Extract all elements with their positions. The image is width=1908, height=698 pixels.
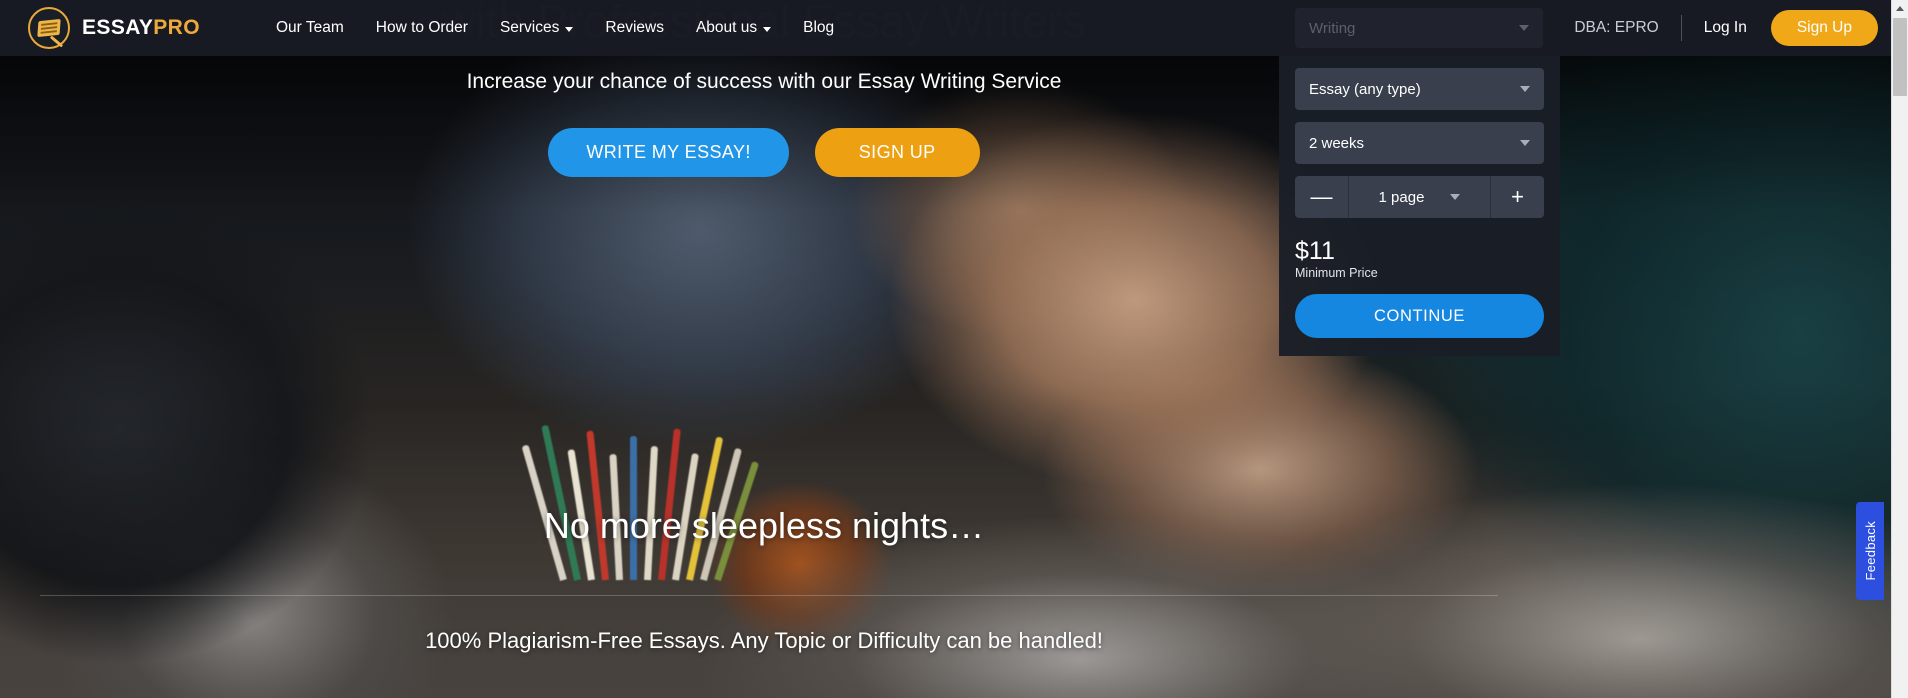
login-link[interactable]: Log In xyxy=(1704,19,1747,37)
feedback-label: Feedback xyxy=(1862,521,1878,581)
scroll-up-arrow-icon[interactable] xyxy=(1892,0,1908,17)
nav-account-area: DBA: EPRO Log In Sign Up xyxy=(1574,10,1908,46)
hero-divider xyxy=(40,595,1498,596)
write-my-essay-button[interactable]: WRITE MY ESSAY! xyxy=(548,128,789,177)
price-amount: $11 xyxy=(1295,237,1335,265)
browser-viewport: with Professional Essay Writers ESSAYPRO… xyxy=(0,0,1908,698)
page-scrollbar[interactable] xyxy=(1891,0,1908,698)
chevron-down-icon xyxy=(1450,194,1461,200)
nav-label: How to Order xyxy=(375,19,468,36)
order-category-select[interactable]: Writing xyxy=(1295,8,1543,48)
essay-sheet-pen-icon xyxy=(28,7,70,49)
increase-pages-button[interactable]: + xyxy=(1490,176,1544,218)
chevron-down-icon xyxy=(1520,86,1530,92)
hero-signup-button[interactable]: SIGN UP xyxy=(814,128,980,177)
decrease-pages-button[interactable]: — xyxy=(1295,176,1349,218)
hero-tagline-bottom: 100% Plagiarism-Free Essays. Any Topic o… xyxy=(425,628,1103,653)
brand-name-pro: PRO xyxy=(153,16,200,39)
brand-name-essay: ESSAY xyxy=(82,16,154,39)
hero-background-photo xyxy=(0,0,1908,698)
deadline-select[interactable]: 2 weeks xyxy=(1295,122,1544,164)
dba-label: DBA: EPRO xyxy=(1574,19,1659,36)
brand-wordmark: ESSAYPRO xyxy=(82,16,200,40)
nav-item-our-team[interactable]: Our Team xyxy=(260,11,360,45)
nav-label: Blog xyxy=(803,19,835,36)
nav-item-blog[interactable]: Blog xyxy=(787,11,850,45)
paper-type-value: Essay (any type) xyxy=(1309,80,1421,98)
order-form-panel: Essay (any type) 2 weeks — 1 page + $11 … xyxy=(1279,56,1560,357)
brand-logo[interactable]: ESSAYPRO xyxy=(28,7,200,49)
nav-label: Our Team xyxy=(275,19,344,36)
pages-stepper: — 1 page + xyxy=(1295,176,1544,218)
deadline-value: 2 weeks xyxy=(1309,134,1365,152)
feedback-tab[interactable]: Feedback xyxy=(1856,502,1884,600)
scrollbar-thumb[interactable] xyxy=(1893,18,1907,96)
nav-label: Reviews xyxy=(605,19,664,36)
nav-item-about-us[interactable]: About us xyxy=(680,11,787,45)
nav-divider xyxy=(1680,15,1682,41)
primary-nav-links: Our Team How to Order Services Reviews A… xyxy=(260,11,850,45)
nav-item-how-to-order[interactable]: How to Order xyxy=(360,11,484,45)
signup-button[interactable]: Sign Up xyxy=(1770,10,1878,46)
paper-type-select[interactable]: Essay (any type) xyxy=(1295,68,1544,110)
order-category-value: Writing xyxy=(1309,19,1356,37)
price-caption: Minimum Price xyxy=(1295,266,1378,281)
continue-button[interactable]: CONTINUE xyxy=(1295,294,1544,339)
chevron-down-icon xyxy=(1520,140,1530,146)
nav-label: Services xyxy=(499,19,560,36)
pages-select[interactable]: 1 page xyxy=(1349,176,1490,218)
pages-value: 1 page xyxy=(1378,188,1425,206)
top-navigation-bar: ESSAYPRO Our Team How to Order Services … xyxy=(0,0,1908,56)
nav-item-reviews[interactable]: Reviews xyxy=(589,11,680,45)
nav-item-services[interactable]: Services xyxy=(484,11,589,45)
hero-tagline-middle: No more sleepless nights… xyxy=(543,505,985,546)
chevron-down-icon xyxy=(763,26,772,32)
chevron-down-icon xyxy=(1519,25,1529,31)
nav-label: About us xyxy=(695,19,758,36)
chevron-down-icon xyxy=(565,26,574,32)
